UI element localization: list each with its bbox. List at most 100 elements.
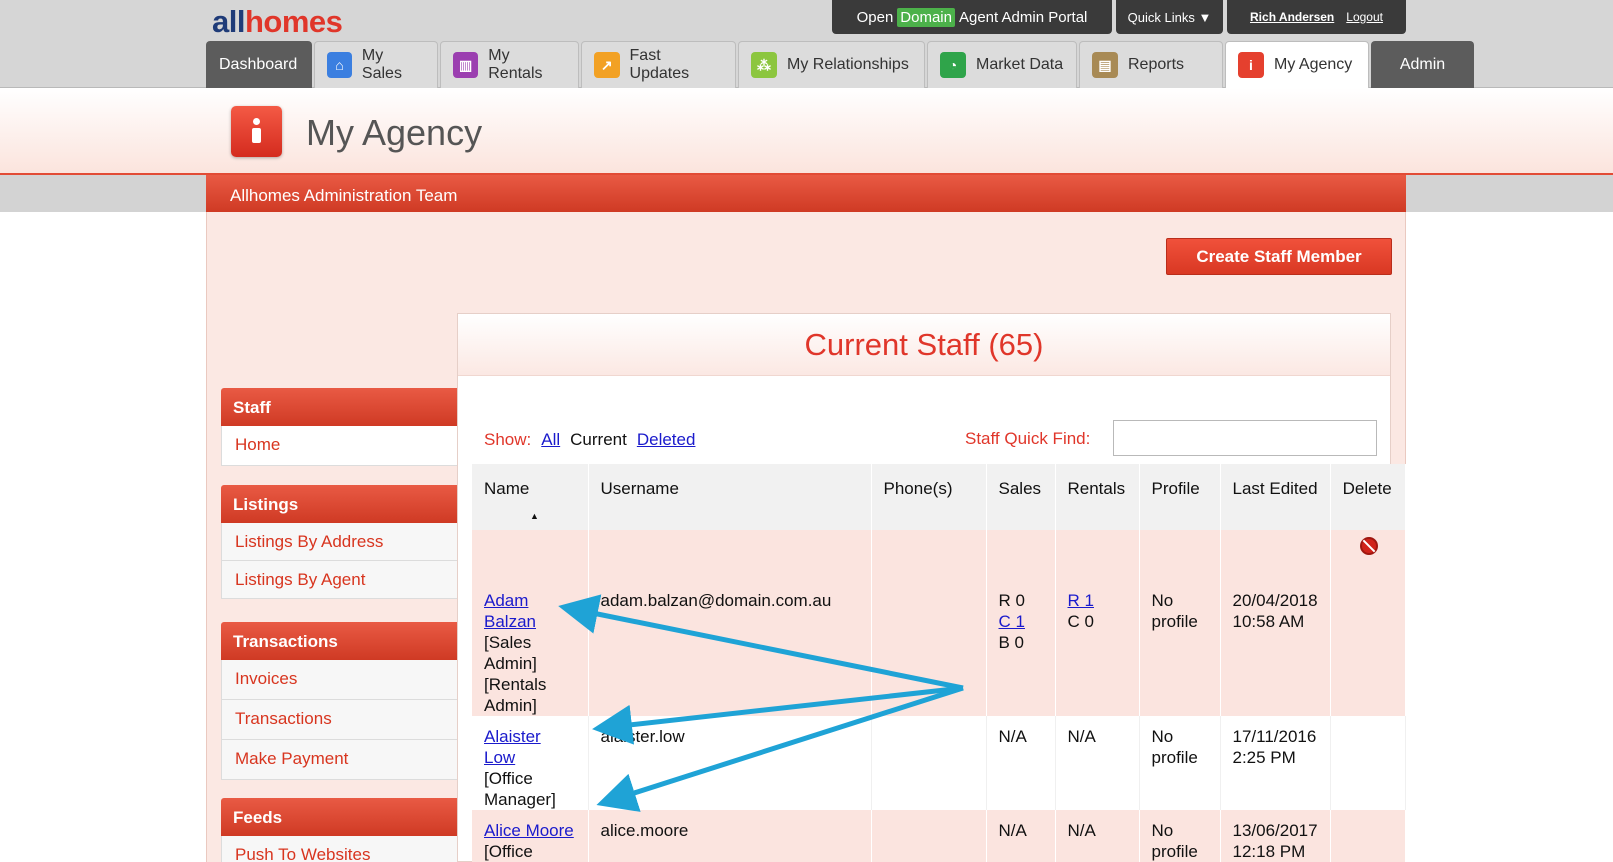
sidebar-heading-listings: Listings <box>221 485 459 523</box>
staff-name-cell: Adam Balzan [Sales Admin] [Rentals Admin… <box>472 530 589 716</box>
staff-roles: [Office Manager] <box>484 842 533 861</box>
sales-cell: N/A <box>986 810 1056 862</box>
report-icon: ▤ <box>1092 52 1118 78</box>
sidebar-item-transactions[interactable]: Transactions <box>221 700 459 740</box>
tab-label: My Agency <box>1274 56 1353 73</box>
user-menu: Rich Andersen Logout <box>1227 0 1406 34</box>
tab-dashboard[interactable]: Dashboard <box>206 41 312 88</box>
rentals-cell: R 1 C 0 <box>1055 530 1140 716</box>
sidebar-heading-staff: Staff <box>221 388 459 426</box>
last-edited-cell: 20/04/2018 10:58 AM <box>1220 530 1331 716</box>
tab-fast-updates[interactable]: ↗ Fast Updates <box>581 41 736 88</box>
tab-my-rentals[interactable]: ▥ My Rentals <box>440 41 579 88</box>
tab-admin[interactable]: Admin <box>1371 41 1474 88</box>
tab-market-data[interactable]: ◔ Market Data <box>927 41 1077 88</box>
tab-reports[interactable]: ▤ Reports <box>1079 41 1223 88</box>
column-header-name[interactable]: Name▲ <box>472 464 589 530</box>
page-header: My Agency <box>0 88 1613 175</box>
phones-cell <box>871 810 987 862</box>
tab-label: My Rentals <box>488 47 543 82</box>
logout-link[interactable]: Logout <box>1346 10 1383 24</box>
main-nav-tabs: Dashboard ⌂ My Sales ▥ My Rentals ↗ Fast… <box>206 41 1476 88</box>
rentals-cell: N/A <box>1055 716 1140 810</box>
page-title: My Agency <box>306 112 483 153</box>
username-cell: alice.moore <box>588 810 872 862</box>
phones-cell <box>871 530 987 716</box>
portal-prefix: Open <box>856 8 894 26</box>
column-header-profile: Profile <box>1139 464 1221 530</box>
sales-commercial-link[interactable]: C 1 <box>999 612 1025 631</box>
username-cell: alaister.low <box>588 716 872 810</box>
sidebar-heading-transactions: Transactions <box>221 622 459 660</box>
tab-label: Reports <box>1128 56 1185 73</box>
filter-all-link[interactable]: All <box>541 430 560 450</box>
column-header-last-edited: Last Edited <box>1220 464 1331 530</box>
delete-icon[interactable] <box>1360 537 1378 555</box>
staff-roles: [Office Manager] <box>484 769 556 809</box>
pie-chart-icon: ◔ <box>940 52 966 78</box>
building-icon: ▥ <box>453 52 479 78</box>
staff-roles: [Sales Admin] [Rentals Admin] <box>484 633 547 715</box>
delete-cell <box>1330 530 1406 716</box>
staff-quick-find-label: Staff Quick Find: <box>965 429 1091 448</box>
lightning-icon: ↗ <box>594 52 620 78</box>
sort-ascending-icon: ▲ <box>530 511 539 521</box>
tab-label: My Sales <box>361 47 402 82</box>
table-row: Alaister Low [Office Manager] alaister.l… <box>472 716 1406 810</box>
my-agency-icon <box>231 106 282 157</box>
table-row: Adam Balzan [Sales Admin] [Rentals Admin… <box>472 530 1406 716</box>
delete-cell <box>1330 716 1406 810</box>
quick-links-dropdown[interactable]: Quick Links ▼ <box>1116 0 1223 34</box>
team-name-bar: Allhomes Administration Team <box>206 175 1406 212</box>
tab-my-relationships[interactable]: ⁂ My Relationships <box>738 41 925 88</box>
staff-name-cell: Alice Moore [Office Manager] <box>472 810 589 862</box>
sidebar-item-invoices[interactable]: Invoices <box>221 660 459 700</box>
domain-portal-link[interactable]: Open Domain Agent Admin Portal <box>832 0 1112 34</box>
sales-cell: R 0 C 1 B 0 <box>986 530 1056 716</box>
show-filter: Show: All Current Deleted <box>484 430 695 450</box>
column-header-delete: Delete <box>1330 464 1406 530</box>
network-icon: ⁂ <box>751 52 777 78</box>
sidebar-item-listings-by-agent[interactable]: Listings By Agent <box>221 561 459 599</box>
staff-name-cell: Alaister Low [Office Manager] <box>472 716 589 810</box>
user-name-link[interactable]: Rich Andersen <box>1250 10 1334 24</box>
rentals-cell: N/A <box>1055 810 1140 862</box>
tab-my-agency[interactable]: i My Agency <box>1225 41 1369 88</box>
table-header-row: Name▲ Username Phone(s) Sales Rentals Pr… <box>472 464 1406 530</box>
filter-deleted-link[interactable]: Deleted <box>637 430 696 450</box>
allhomes-logo[interactable]: allhomes <box>212 4 343 40</box>
sidebar-item-listings-by-address[interactable]: Listings By Address <box>221 523 459 561</box>
portal-suffix: Agent Admin Portal <box>958 8 1088 26</box>
current-staff-title: Current Staff (65) <box>458 314 1390 376</box>
tab-label: Dashboard <box>219 56 298 73</box>
profile-cell: No profile <box>1139 716 1221 810</box>
tab-my-sales[interactable]: ⌂ My Sales <box>314 41 438 88</box>
tab-label: Market Data <box>976 56 1064 73</box>
agency-icon: i <box>1238 52 1264 78</box>
staff-name-link[interactable]: Alaister Low <box>484 727 541 767</box>
staff-quick-find-input[interactable] <box>1113 420 1377 456</box>
profile-cell: No profile <box>1139 530 1221 716</box>
last-edited-cell: 13/06/2017 12:18 PM <box>1220 810 1331 862</box>
tab-label: Fast Updates <box>629 47 690 82</box>
column-header-rentals: Rentals <box>1055 464 1140 530</box>
top-bar: allhomes Open Domain Agent Admin Portal … <box>0 0 1613 88</box>
quick-links-label: Quick Links ▼ <box>1127 9 1212 25</box>
staff-name-link[interactable]: Adam Balzan <box>484 591 536 631</box>
sidebar-item-make-payment[interactable]: Make Payment <box>221 740 459 780</box>
sidebar-item-home[interactable]: Home <box>221 426 459 466</box>
column-header-username: Username <box>588 464 872 530</box>
staff-table: Name▲ Username Phone(s) Sales Rentals Pr… <box>472 464 1406 862</box>
home-icon: ⌂ <box>327 52 352 78</box>
sidebar-item-push-to-websites[interactable]: Push To Websites <box>221 836 459 862</box>
phones-cell <box>871 716 987 810</box>
staff-name-link[interactable]: Alice Moore <box>484 821 574 840</box>
table-row: Alice Moore [Office Manager] alice.moore… <box>472 810 1406 862</box>
rentals-residential-link[interactable]: R 1 <box>1068 591 1094 610</box>
delete-cell <box>1330 810 1406 862</box>
profile-cell: No profile <box>1139 810 1221 862</box>
create-staff-member-button[interactable]: Create Staff Member <box>1166 238 1392 275</box>
tab-label: My Relationships <box>787 56 909 73</box>
last-edited-cell: 17/11/2016 2:25 PM <box>1220 716 1331 810</box>
sales-business: B 0 <box>998 633 1025 652</box>
